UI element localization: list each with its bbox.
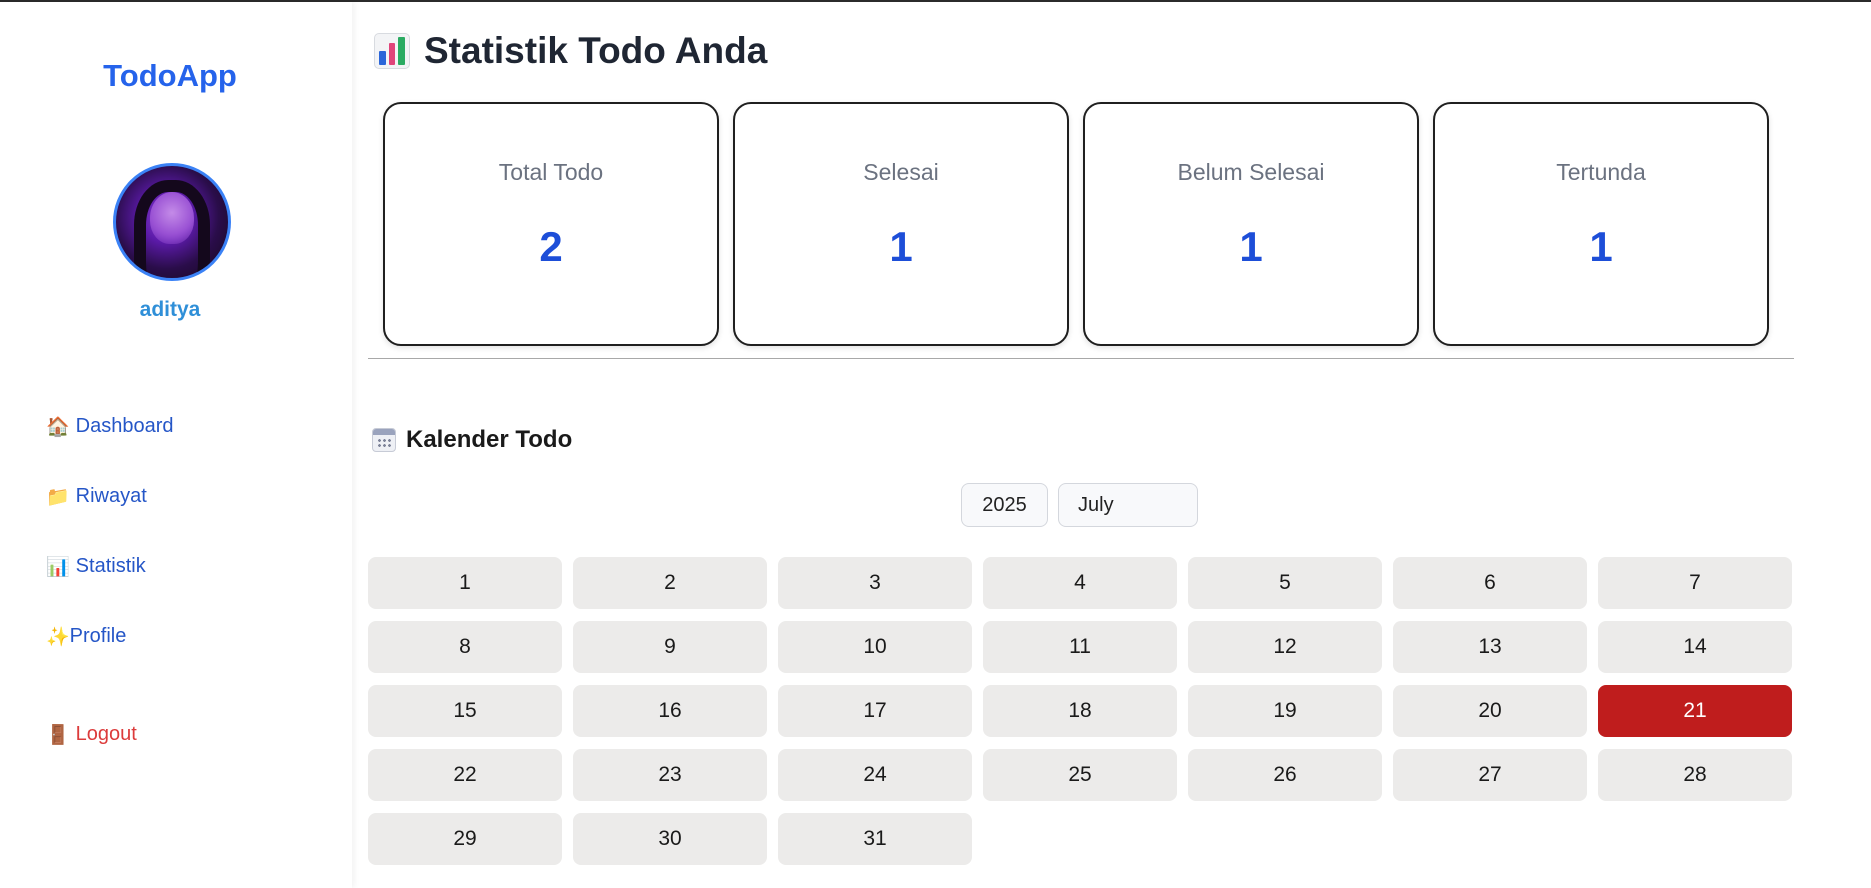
door-icon: 🚪 — [46, 724, 70, 746]
stat-card-belum-selesai: Belum Selesai 1 — [1083, 102, 1419, 346]
calendar-day[interactable]: 27 — [1393, 749, 1587, 801]
calendar-day[interactable]: 13 — [1393, 621, 1587, 673]
section-divider — [368, 358, 1794, 359]
calendar-day[interactable]: 9 — [573, 621, 767, 673]
nav-label: Profile — [69, 625, 127, 647]
calendar-day[interactable]: 15 — [368, 685, 562, 737]
calendar-day[interactable]: 17 — [778, 685, 972, 737]
stat-value: 1 — [889, 223, 913, 270]
nav-label: Riwayat — [75, 485, 147, 507]
stat-value: 1 — [1239, 223, 1263, 270]
app-brand[interactable]: TodoApp — [0, 58, 340, 94]
house-icon: 🏠 — [46, 416, 70, 438]
calendar-day[interactable]: 11 — [983, 621, 1177, 673]
stat-label: Total Todo — [498, 159, 604, 185]
calendar-day[interactable]: 7 — [1598, 557, 1792, 609]
calendar-day[interactable]: 16 — [573, 685, 767, 737]
stats-row: Total Todo 2 Selesai 1 Belum Selesai 1 T… — [383, 102, 1769, 346]
avatar-face — [150, 192, 194, 244]
stat-value: 1 — [1589, 223, 1613, 270]
calendar-day[interactable]: 5 — [1188, 557, 1382, 609]
bar-chart-icon — [374, 33, 410, 69]
calendar-day[interactable]: 22 — [368, 749, 562, 801]
calendar-day[interactable]: 10 — [778, 621, 972, 673]
calendar-day[interactable]: 20 — [1393, 685, 1587, 737]
nav-item-riwayat[interactable]: 📁 Riwayat — [46, 485, 147, 508]
month-select[interactable]: July — [1058, 483, 1198, 527]
username: aditya — [139, 298, 201, 321]
stat-card-selesai: Selesai 1 — [733, 102, 1069, 346]
calendar-day[interactable]: 2 — [573, 557, 767, 609]
calendar-controls: 2025 July — [961, 483, 1198, 527]
nav-label: Dashboard — [75, 415, 174, 437]
calendar-day[interactable]: 29 — [368, 813, 562, 865]
calendar-icon — [372, 428, 396, 452]
calendar-day[interactable]: 3 — [778, 557, 972, 609]
year-select[interactable]: 2025 — [961, 483, 1048, 527]
stat-card-tertunda: Tertunda 1 — [1433, 102, 1769, 346]
stat-label: Tertunda — [1556, 159, 1646, 185]
calendar-day[interactable]: 24 — [778, 749, 972, 801]
calendar-day[interactable]: 6 — [1393, 557, 1587, 609]
nav-item-profile[interactable]: ✨ Profile — [46, 625, 126, 648]
calendar-day[interactable]: 14 — [1598, 621, 1792, 673]
calendar-day[interactable]: 18 — [983, 685, 1177, 737]
calendar-day[interactable]: 26 — [1188, 749, 1382, 801]
logout-button[interactable]: 🚪 Logout — [46, 723, 137, 746]
calendar-day[interactable]: 25 — [983, 749, 1177, 801]
calendar-day[interactable]: 30 — [573, 813, 767, 865]
calendar-title-text: Kalender Todo — [406, 426, 573, 453]
nav-label: Statistik — [75, 555, 146, 577]
calendar-day[interactable]: 12 — [1188, 621, 1382, 673]
nav-item-dashboard[interactable]: 🏠 Dashboard — [46, 415, 174, 438]
calendar-day[interactable]: 8 — [368, 621, 562, 673]
calendar-day-today[interactable]: 21 — [1598, 685, 1792, 737]
stat-value: 2 — [539, 223, 563, 270]
sparkles-icon: ✨ — [46, 626, 70, 648]
calendar-grid: 1 2 3 4 5 6 7 8 9 10 11 12 13 14 15 16 17 18 19 20 21 22 23 24 2… — [368, 557, 1792, 865]
folder-icon: 📁 — [46, 486, 70, 508]
calendar-day[interactable]: 28 — [1598, 749, 1792, 801]
stat-card-total: Total Todo 2 — [383, 102, 719, 346]
avatar[interactable] — [113, 163, 231, 281]
calendar-day[interactable]: 23 — [573, 749, 767, 801]
sidebar: TodoApp aditya 🏠 Dashboard 📁 Riwayat 📊 S… — [0, 2, 352, 888]
nav-item-statistik[interactable]: 📊 Statistik — [46, 555, 146, 578]
stat-label: Selesai — [863, 159, 939, 185]
calendar-day[interactable]: 19 — [1188, 685, 1382, 737]
calendar-day[interactable]: 4 — [983, 557, 1177, 609]
bar-chart-icon: 📊 — [46, 556, 70, 578]
calendar-day[interactable]: 31 — [778, 813, 972, 865]
calendar-day[interactable]: 1 — [368, 557, 562, 609]
stat-label: Belum Selesai — [1177, 159, 1325, 185]
page-title-text: Statistik Todo Anda — [424, 30, 768, 71]
page-title: Statistik Todo Anda — [374, 30, 767, 72]
logout-label: Logout — [75, 723, 137, 745]
calendar-title: Kalender Todo — [372, 426, 572, 454]
